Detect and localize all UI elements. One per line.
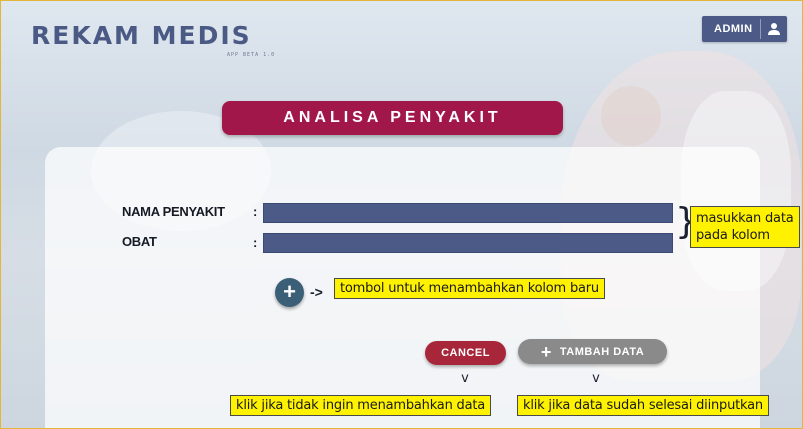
cancel-hint-note: klik jika tidak ingin menambahkan data xyxy=(230,395,492,416)
tambah-hint-note: klik jika data sudah selesai diinputkan xyxy=(517,395,769,416)
admin-label: ADMIN xyxy=(714,23,753,35)
app-window: REKAM MEDIS APP BETA 1.0 ADMIN ANALISA P… xyxy=(0,0,803,429)
admin-menu-button[interactable]: ADMIN xyxy=(702,16,787,42)
app-version: APP BETA 1.0 xyxy=(227,52,276,58)
field-label-obat: OBAT xyxy=(122,234,157,249)
field-label-nama-penyakit: NAMA PENYAKIT xyxy=(122,204,225,219)
user-icon xyxy=(761,16,787,42)
add-column-hint-note: tombol untuk menambahkan kolom baru xyxy=(334,278,605,299)
fields-hint-line-1: masukkan data xyxy=(696,211,794,226)
app-title: REKAM MEDIS xyxy=(31,21,252,50)
field-colon: : xyxy=(253,204,258,219)
field-colon: : xyxy=(253,235,258,250)
fields-hint-note: masukkan data pada kolom xyxy=(690,206,800,248)
obat-input[interactable] xyxy=(263,233,673,253)
fields-hint-line-2: pada kolom xyxy=(696,228,770,243)
tambah-data-button[interactable]: + TAMBAH DATA xyxy=(518,339,667,364)
page-title: ANALISA PENYAKIT xyxy=(222,101,563,135)
nama-penyakit-input[interactable] xyxy=(263,203,673,223)
add-column-button[interactable]: + xyxy=(275,278,304,307)
background-photo-shape xyxy=(601,86,661,146)
plus-icon: + xyxy=(540,341,552,362)
arrow-right: -> xyxy=(310,284,323,300)
cancel-button[interactable]: CANCEL xyxy=(425,341,506,365)
tambah-data-label: TAMBAH DATA xyxy=(559,345,645,358)
